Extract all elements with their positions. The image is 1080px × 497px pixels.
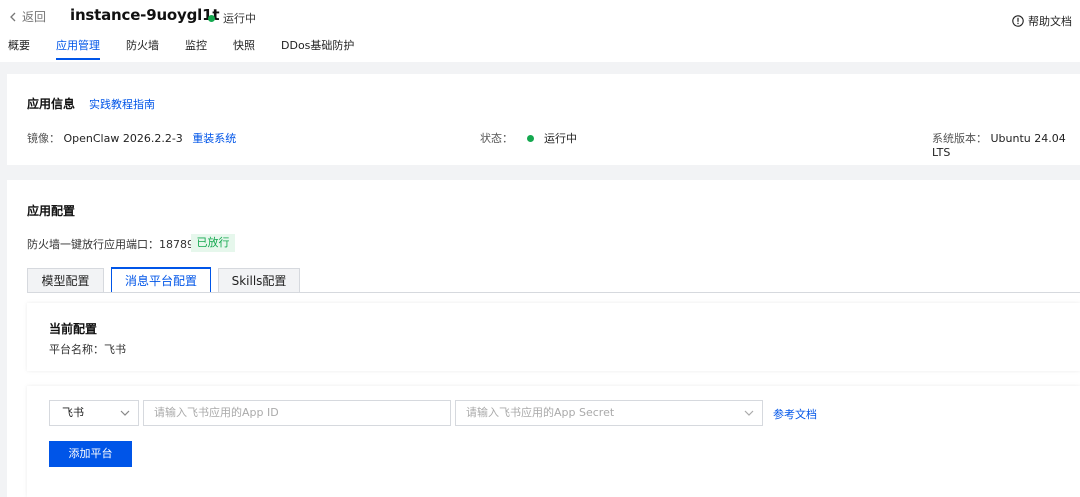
chevron-down-icon	[120, 410, 130, 416]
chevron-down-icon	[744, 410, 754, 416]
tab-app-management[interactable]: 应用管理	[56, 37, 100, 61]
image-label: 镜像：	[27, 132, 60, 145]
reference-docs-link[interactable]: 参考文档	[773, 406, 817, 422]
back-label: 返回	[22, 10, 47, 24]
help-label: 帮助文档	[1028, 15, 1072, 28]
app-config-title: 应用配置	[27, 204, 76, 218]
current-platform-name: 平台名称：飞书	[49, 343, 126, 356]
app-info-card: 应用信息 实践教程指南 镜像： OpenClaw 2026.2.2-3 重装系统…	[7, 74, 1080, 165]
guide-link[interactable]: 实践教程指南	[89, 96, 155, 112]
app-id-placeholder: 请输入飞书应用的App ID	[154, 406, 279, 419]
status-dot-icon	[208, 14, 215, 22]
platform-select[interactable]: 飞书	[49, 400, 139, 426]
help-docs-link[interactable]: 帮助文档	[1012, 13, 1072, 29]
app-secret-placeholder: 请输入飞书应用的App Secret	[466, 406, 615, 419]
app-id-input[interactable]: 请输入飞书应用的App ID	[143, 400, 451, 426]
tabs-divider	[27, 292, 1080, 293]
instance-status-text: 运行中	[223, 12, 256, 25]
chevron-left-icon	[10, 12, 16, 21]
app-info-title: 应用信息	[27, 97, 76, 111]
add-platform-form: 飞书 请输入飞书应用的App ID 请输入飞书应用的App Secret 参考文…	[27, 386, 1080, 497]
tab-model-config[interactable]: 模型配置	[27, 268, 104, 292]
instance-title: instance-9uoygl1t	[70, 6, 220, 24]
os-label: 系统版本：	[932, 132, 987, 145]
tab-ddos[interactable]: DDos基础防护	[281, 37, 354, 61]
reinstall-link[interactable]: 重装系统	[192, 132, 236, 145]
top-bar: 返回 instance-9uoygl1t 运行中 帮助文档 概要 应用管理 防火…	[0, 0, 1080, 62]
main-tabs: 概要 应用管理 防火墙 监控 快照 DDos基础防护	[8, 37, 380, 61]
tab-firewall[interactable]: 防火墙	[126, 37, 159, 61]
status-label: 状态：	[480, 132, 513, 145]
image-info: 镜像： OpenClaw 2026.2.2-3 重装系统	[27, 130, 236, 146]
os-info: 系统版本： Ubuntu 24.04 LTS	[932, 130, 1080, 159]
tab-overview[interactable]: 概要	[8, 37, 30, 61]
tab-snapshot[interactable]: 快照	[233, 37, 255, 61]
tab-skills-config[interactable]: Skills配置	[218, 268, 300, 292]
instance-status: 运行中	[208, 10, 256, 26]
current-config-title: 当前配置	[49, 322, 98, 336]
current-config-panel: 当前配置 平台名称：飞书	[27, 303, 1080, 371]
status-info: 状态： 运行中	[480, 130, 577, 146]
tab-message-platform-config[interactable]: 消息平台配置	[111, 267, 211, 293]
image-value: OpenClaw 2026.2.2-3	[63, 132, 183, 145]
status-dot-icon	[527, 134, 534, 142]
app-config-card: 应用配置 防火墙一键放行应用端口：18789 已放行 模型配置 消息平台配置 S…	[7, 180, 1080, 497]
platform-select-value: 飞书	[62, 406, 84, 419]
firewall-port-text: 防火墙一键放行应用端口：18789	[27, 238, 194, 251]
info-circle-icon	[1012, 15, 1024, 27]
tab-monitoring[interactable]: 监控	[185, 37, 207, 61]
app-secret-input[interactable]: 请输入飞书应用的App Secret	[455, 400, 763, 426]
firewall-status-badge: 已放行	[191, 234, 235, 252]
status-value: 运行中	[544, 132, 577, 145]
add-platform-button[interactable]: 添加平台	[49, 441, 132, 467]
back-button[interactable]: 返回	[8, 8, 46, 25]
